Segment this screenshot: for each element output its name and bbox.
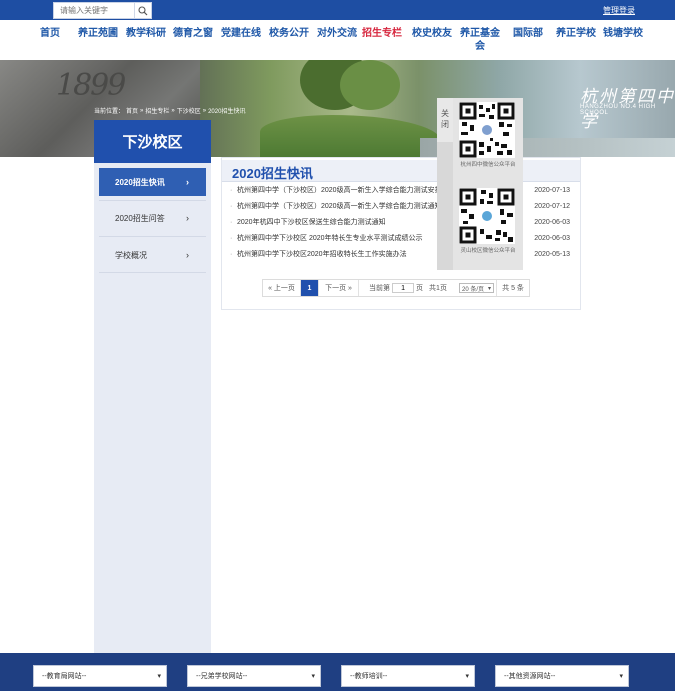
page-goto: 当前第 页 共1页 bbox=[359, 280, 457, 296]
qr-code-icon bbox=[459, 102, 515, 158]
breadcrumb-separator: » bbox=[202, 107, 207, 114]
breadcrumb-item-xiasha[interactable]: 下沙校区 bbox=[177, 106, 201, 115]
next-page-button[interactable]: 下一页 » bbox=[319, 280, 359, 296]
sidebar-item-label: 学校概况 bbox=[115, 250, 147, 260]
news-date: 2020-06-03 bbox=[534, 218, 570, 226]
chevron-right-icon: › bbox=[186, 213, 189, 223]
search-icon bbox=[138, 5, 148, 15]
bullet-icon: · bbox=[230, 202, 233, 210]
qr-panel-close-button[interactable]: 关闭 bbox=[437, 98, 453, 142]
nav-item-party-online[interactable]: 党建在线 bbox=[221, 27, 261, 40]
nav-item-international[interactable]: 国际部 bbox=[513, 27, 543, 40]
caret-down-icon: ▾ bbox=[488, 285, 492, 292]
page-goto-input[interactable] bbox=[392, 283, 415, 293]
per-page-select[interactable]: 20 条/页 ▾ bbox=[459, 283, 495, 293]
main-nav: 首页 养正苑圃 教学科研 德育之窗 党建在线 校务公开 对外交流 招生专栏 校史… bbox=[0, 20, 675, 60]
nav-item-history-alumni[interactable]: 校史校友 bbox=[412, 27, 452, 40]
footer-select-value: --兄弟学校网站-- bbox=[196, 673, 248, 680]
per-page-value: 20 条/页 bbox=[462, 286, 485, 293]
caret-down-icon: ▾ bbox=[619, 673, 623, 680]
banner-tree-image bbox=[340, 60, 400, 110]
nav-item-yangzheng-school[interactable]: 养正学校 bbox=[556, 27, 596, 40]
sidebar-item-2020-admission-news[interactable]: 2020招生快讯 › bbox=[99, 168, 206, 196]
search-button[interactable] bbox=[134, 3, 151, 18]
nav-item-admissions[interactable]: 招生专栏 bbox=[362, 27, 402, 40]
chevron-right-icon: › bbox=[186, 250, 189, 260]
page-number-current[interactable]: 1 bbox=[301, 280, 319, 296]
qr-code-icon bbox=[459, 188, 515, 244]
bullet-icon: · bbox=[230, 218, 233, 226]
footer: --教育局网站-- ▾ --兄弟学校网站-- ▾ --教师培训-- ▾ --其他… bbox=[0, 653, 675, 691]
total-items-label: 共 5 条 bbox=[502, 285, 524, 292]
nav-item-teaching-research[interactable]: 教学科研 bbox=[126, 27, 166, 40]
page-goto-label: 当前第 bbox=[369, 285, 391, 292]
footer-select-value: --教育局网站-- bbox=[42, 673, 87, 680]
qr-card: 灵山校区微信公众平台 bbox=[453, 184, 523, 270]
bullet-icon: · bbox=[230, 234, 233, 242]
caret-down-icon: ▾ bbox=[465, 673, 469, 680]
bullet-icon: · bbox=[230, 250, 233, 258]
breadcrumb-prefix: 当前位置： bbox=[94, 109, 125, 115]
footer-select-teacher-training[interactable]: --教师培训-- ▾ bbox=[341, 665, 475, 687]
caret-down-icon: ▾ bbox=[311, 673, 315, 680]
nav-item-qiantang-school[interactable]: 钱塘学校 bbox=[603, 27, 643, 40]
sidebar-divider bbox=[99, 272, 206, 273]
footer-select-education-bureau[interactable]: --教育局网站-- ▾ bbox=[33, 665, 167, 687]
nav-item-home[interactable]: 首页 bbox=[40, 27, 60, 40]
footer-select-value: --其他资源网站-- bbox=[504, 673, 556, 680]
breadcrumb-separator: » bbox=[171, 107, 175, 114]
news-panel: 2020招生快讯 · 杭州第四中学（下沙校区）2020级高一新生入学综合能力测试… bbox=[221, 157, 581, 310]
sidebar-item-label: 2020招生问答 bbox=[115, 213, 165, 223]
sidebar-item-label: 2020招生快讯 bbox=[115, 177, 165, 187]
banner-stone-engraving: 1899 bbox=[56, 68, 126, 103]
news-date: 2020-06-03 bbox=[534, 234, 570, 242]
qr-code-panel: 关闭 杭州四中微信公众平台 灵山校区微信公众平台 bbox=[437, 98, 523, 270]
nav-item-school-affairs[interactable]: 校务公开 bbox=[269, 27, 309, 40]
footer-select-other-resources[interactable]: --其他资源网站-- ▾ bbox=[495, 665, 629, 687]
admin-login-link[interactable]: 管理登录 bbox=[603, 5, 635, 16]
breadcrumb-item-admissions[interactable]: 招生专栏 bbox=[145, 106, 169, 115]
news-date: 2020-07-13 bbox=[534, 186, 570, 194]
breadcrumb-item-current[interactable]: 2020招生快讯 bbox=[208, 106, 245, 115]
search-input[interactable] bbox=[54, 3, 134, 18]
page-unit-label: 页 bbox=[416, 285, 424, 292]
banner-lawn-image bbox=[260, 115, 440, 157]
sidebar: 下沙校区 2020招生快讯 › 2020招生问答 › 学校概况 › bbox=[94, 120, 211, 661]
nav-item-moral-education[interactable]: 德育之窗 bbox=[173, 27, 213, 40]
breadcrumb: 当前位置： 首页 » 招生专栏 » 下沙校区 » 2020招生快讯 bbox=[94, 106, 245, 116]
sidebar-item-2020-admission-qa[interactable]: 2020招生问答 › bbox=[99, 204, 206, 232]
per-page-wrapper: 20 条/页 ▾ bbox=[457, 280, 498, 296]
sidebar-divider bbox=[99, 236, 206, 237]
breadcrumb-separator: » bbox=[140, 107, 144, 114]
total-pages-label: 共1页 bbox=[429, 285, 447, 292]
news-date: 2020-07-12 bbox=[534, 202, 570, 210]
qr-code-image bbox=[459, 102, 515, 158]
footer-select-value: --教师培训-- bbox=[350, 673, 388, 680]
sidebar-title: 下沙校区 bbox=[94, 120, 211, 163]
search-box bbox=[53, 2, 152, 19]
footer-select-sibling-schools[interactable]: --兄弟学校网站-- ▾ bbox=[187, 665, 321, 687]
pagination: « 上一页 1 下一页 » 当前第 页 共1页 20 条/页 ▾ 共 5 条 bbox=[262, 279, 531, 297]
breadcrumb-item-home[interactable]: 首页 bbox=[126, 106, 138, 115]
nav-item-yangzheng-garden[interactable]: 养正苑圃 bbox=[78, 27, 118, 40]
nav-item-foundation[interactable]: 养正基金会 bbox=[460, 27, 500, 53]
caret-down-icon: ▾ bbox=[157, 673, 161, 680]
prev-page-button[interactable]: « 上一页 bbox=[263, 280, 301, 296]
qr-code-image bbox=[459, 188, 515, 244]
news-date: 2020-05-13 bbox=[534, 250, 570, 258]
bullet-icon: · bbox=[230, 186, 233, 194]
nav-item-external-exchange[interactable]: 对外交流 bbox=[317, 27, 357, 40]
qr-caption: 杭州四中微信公众平台 bbox=[460, 162, 516, 168]
news-panel-header: 2020招生快讯 bbox=[222, 160, 580, 182]
top-bar: 管理登录 bbox=[0, 0, 675, 20]
qr-card: 杭州四中微信公众平台 bbox=[453, 98, 523, 184]
chevron-right-icon: › bbox=[186, 177, 189, 187]
sidebar-item-school-overview[interactable]: 学校概况 › bbox=[99, 241, 206, 269]
school-logo-english: HANGZHOU NO.4 HIGH SCHOOL bbox=[580, 104, 656, 116]
page-title: 2020招生快讯 bbox=[232, 166, 313, 181]
qr-caption: 灵山校区微信公众平台 bbox=[460, 248, 516, 254]
sidebar-divider bbox=[99, 200, 206, 201]
